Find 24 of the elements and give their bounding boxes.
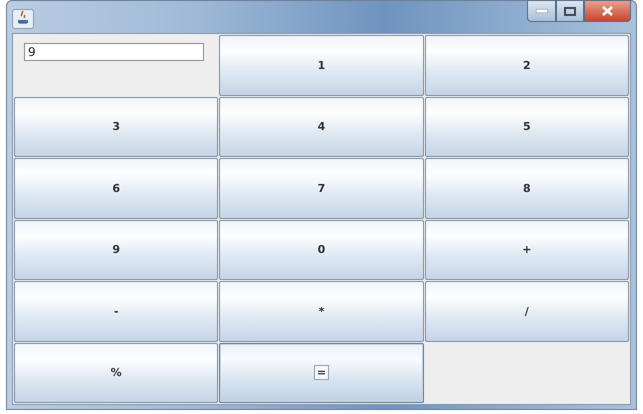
key-button[interactable]: 7 [219, 158, 424, 218]
maximize-icon [564, 6, 576, 16]
key-button[interactable]: + [424, 220, 629, 280]
key-button[interactable]: = [219, 342, 424, 403]
minimize-button[interactable] [527, 0, 556, 22]
key-button[interactable]: 0 [219, 220, 424, 280]
key-button[interactable]: % [14, 342, 218, 403]
key-button[interactable]: 1 [219, 35, 424, 96]
key-button[interactable]: 6 [14, 158, 218, 218]
minimize-icon [536, 9, 548, 13]
key-button[interactable]: - [14, 281, 218, 342]
close-button[interactable] [584, 0, 631, 22]
key-button[interactable]: 3 [14, 96, 218, 157]
display-field[interactable]: 9 [24, 43, 204, 61]
key-button[interactable]: 8 [424, 158, 629, 218]
close-icon [601, 6, 614, 16]
key-button[interactable]: * [219, 281, 424, 342]
app-icon [12, 9, 34, 29]
key-button[interactable]: 4 [219, 96, 424, 157]
key-button[interactable]: 9 [14, 220, 218, 280]
maximize-button[interactable] [556, 0, 584, 22]
key-button[interactable]: 5 [424, 96, 629, 157]
key-button[interactable]: / [424, 281, 629, 342]
key-button[interactable]: 2 [424, 35, 629, 96]
